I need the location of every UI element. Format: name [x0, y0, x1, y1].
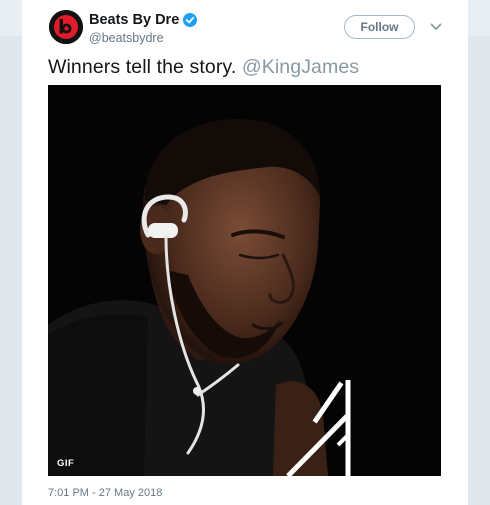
user-handle[interactable]: @beatsbydre: [89, 31, 164, 45]
mention-link[interactable]: @KingJames: [242, 56, 359, 78]
media-image: [48, 85, 441, 476]
tweet-card: Beats By Dre @beatsbydre Follow Winners …: [22, 0, 468, 505]
gif-badge: GIF: [57, 458, 75, 469]
follow-button[interactable]: Follow: [344, 15, 415, 39]
tweet-text: Winners tell the story. @KingJames: [48, 56, 359, 79]
tweet-media-gif[interactable]: GIF: [48, 85, 441, 476]
tweet-timestamp[interactable]: 7:01 PM - 27 May 2018: [48, 487, 162, 499]
display-name-text: Beats By Dre: [89, 12, 180, 28]
chevron-down-icon[interactable]: [430, 22, 442, 32]
beats-logo-icon: [49, 10, 83, 44]
tweet-text-body: Winners tell the story.: [48, 56, 237, 78]
verified-badge-icon: [183, 13, 198, 27]
display-name[interactable]: Beats By Dre: [89, 12, 198, 28]
avatar[interactable]: [49, 10, 83, 44]
